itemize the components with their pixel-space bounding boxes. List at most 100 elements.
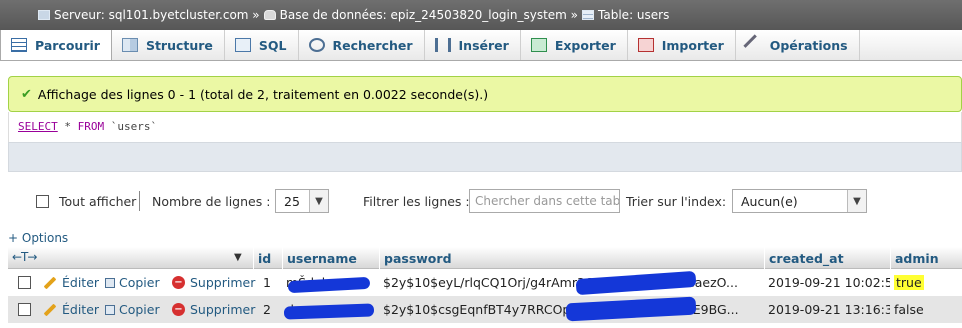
copy-button[interactable]: Copier [101,296,167,323]
column-header-username[interactable]: username [282,247,379,269]
filter-label: Filtrer les lignes : [363,194,470,209]
table-icon [582,10,595,20]
breadcrumb-table-label[interactable]: Table: users [598,8,669,22]
delete-button[interactable]: − Supprimer [168,296,258,323]
table-header-row: ←T→ ▼ id username password created_at ad… [8,247,962,269]
edit-label: Éditer [62,302,99,317]
delete-label: Supprimer [190,302,256,317]
sort-index-select[interactable]: Aucun(e) ▼ [732,189,867,213]
divider [139,191,140,211]
column-header-created-at[interactable]: created_at [764,247,890,269]
filter-input-placeholder: Chercher dans cette tabl [475,194,620,208]
tab-export[interactable]: Exporter [521,30,628,60]
copy-icon [105,304,115,315]
options-link[interactable]: + Options [8,231,68,245]
breadcrumb: Serveur: sql101.byetcluster.com » Base d… [0,0,962,30]
show-all-label[interactable]: Tout afficher [59,194,136,209]
tab-import-label: Importer [661,37,724,53]
sort-index-select-value: Aucun(e) [741,193,798,209]
tab-browse-label: Parcourir [35,37,100,53]
tab-import[interactable]: Importer [628,30,736,60]
navigation-controls: Tout afficher Nombre de lignes : 25 ▼ Fi… [0,185,962,217]
column-arrows-icon[interactable]: ←T→ [12,250,37,264]
column-header-password-label: password [384,250,452,266]
delete-button[interactable]: − Supprimer [168,269,258,296]
chevron-down-icon: ▼ [847,190,866,212]
rows-label: Nombre de lignes : [152,194,271,209]
column-header-id-label: id [258,250,272,266]
tab-search-label: Rechercher [332,37,413,53]
tab-export-label: Exporter [554,37,616,53]
column-header-username-label: username [287,250,357,266]
column-header-created-at-label: created_at [769,250,844,266]
sql-icon [234,38,251,52]
chevron-down-icon: ▼ [309,190,328,212]
row-select-checkbox[interactable] [18,303,31,316]
column-header-admin[interactable]: admin [890,247,962,269]
export-icon [530,38,547,52]
table-row: Éditer Copier −Supprimer 2 dxspeg $2y$10… [8,296,962,323]
edit-label: Éditer [62,275,99,290]
cell-id: 2 [263,302,271,317]
tab-operations[interactable]: Opérations [736,30,860,60]
sql-query-footer [8,142,962,172]
breadcrumb-server[interactable]: Serveur: sql101.byetcluster.com » [34,8,260,22]
tab-operations-label: Opérations [769,37,848,53]
tab-search[interactable]: Rechercher [299,30,425,60]
show-all-checkbox[interactable] [36,195,49,208]
import-icon [637,38,654,52]
edit-button[interactable]: Éditer [39,269,99,296]
sql-query: SELECT * FROM `users` [18,120,157,133]
cell-password: $2y$10$eyL/rlqCQ1Orj/g4rAmr3O lZCaezO... [379,269,764,296]
copy-label: Copier [119,275,160,290]
sql-table-name: `users` [104,120,158,133]
tab-structure-label: Structure [145,37,213,53]
sql-star: * [57,120,78,133]
success-message-text: Affichage des lignes 0 - 1 (total de 2, … [37,86,489,102]
cell-password-text: $2y$10$eyL/rlqCQ1Orj/g4rAmr3O [383,275,595,290]
sql-keyword-from: FROM [77,120,105,133]
breadcrumb-table[interactable]: Table: users [578,8,669,22]
breadcrumb-database[interactable]: Base de données: epiz_24503820_login_sys… [260,8,578,22]
column-header-password[interactable]: password [379,247,764,269]
server-icon [38,10,50,20]
breadcrumb-database-label[interactable]: Base de données: epiz_24503820_login_sys… [280,8,578,22]
tab-sql[interactable]: SQL [225,30,299,60]
cell-created-at: 2019-09-21 13:16:34 [768,302,890,317]
sql-keyword-select[interactable]: SELECT [18,120,58,133]
caret-down-icon[interactable]: ▼ [234,252,242,263]
tab-browse[interactable]: Parcourir [0,30,112,60]
success-message: ✔ Affichage des lignes 0 - 1 (total de 2… [8,76,962,112]
cell-created-at: 2019-09-21 10:02:50 [768,275,890,290]
column-header-admin-label: admin [895,250,939,266]
cell-password-text: $2y$10$csgEqnfBT4y7RRCOp2i.C [383,302,595,317]
copy-button[interactable]: Copier [101,269,167,296]
breadcrumb-server-label[interactable]: Serveur: sql101.byetcluster.com » [54,8,260,22]
sort-label: Trier sur l'index: [626,194,727,209]
table-row: Éditer Copier −Supprimer 1 mŠdek $2y$10$… [8,269,962,296]
delete-icon: − [172,276,185,289]
pencil-icon [43,276,57,289]
checkmark-icon: ✔ [21,86,32,102]
tab-insert-label: Insérer [458,37,509,53]
structure-icon [121,38,138,52]
copy-icon [105,277,115,288]
rows-select[interactable]: 25 ▼ [275,189,329,213]
cell-admin: false [894,302,924,317]
copy-label: Copier [119,302,160,317]
insert-icon [434,38,451,52]
cell-id: 1 [263,275,271,290]
tab-sql-label: SQL [258,37,287,53]
column-header-id[interactable]: id [253,247,282,269]
tab-insert[interactable]: Insérer [425,30,521,60]
tab-bar: Parcourir Structure SQL Rechercher Insér… [0,30,962,61]
filter-input[interactable]: Chercher dans cette tabl [469,189,620,213]
tab-structure[interactable]: Structure [112,30,225,60]
edit-button[interactable]: Éditer [39,296,99,323]
wrench-icon [743,34,765,56]
pencil-icon [43,303,57,316]
row-select-checkbox[interactable] [18,276,31,289]
delete-label: Supprimer [190,275,256,290]
cell-admin-value-highlighted: true [894,275,924,290]
database-icon [263,10,276,20]
